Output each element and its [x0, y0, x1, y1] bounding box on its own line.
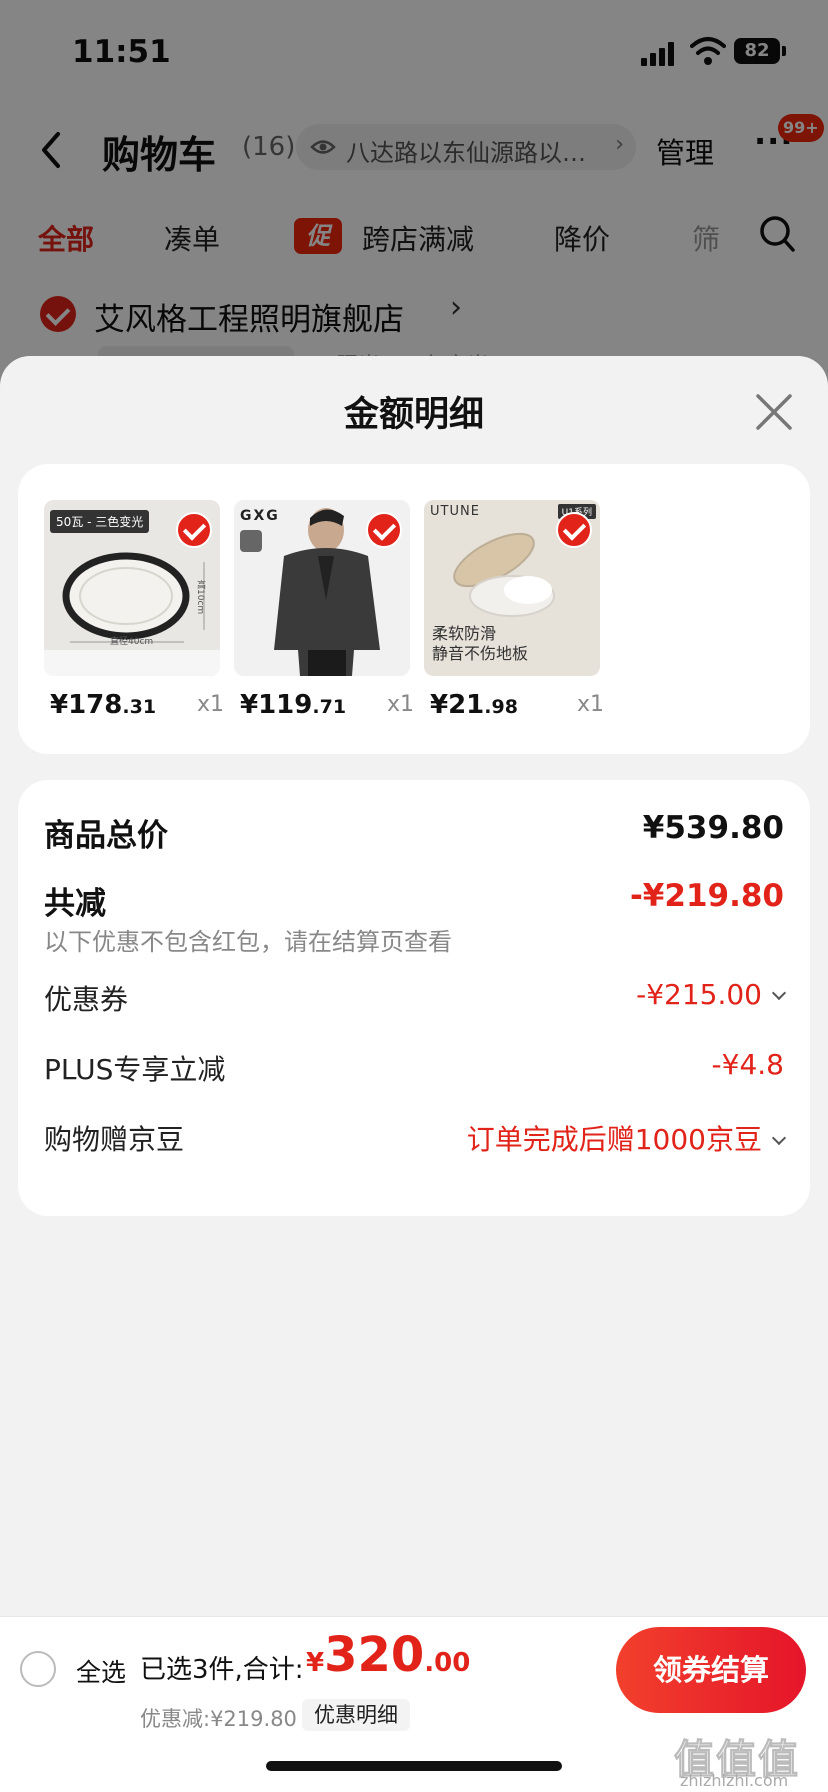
beans-row[interactable]: 订单完成后赠1000京豆 — [466, 1118, 787, 1158]
item-price-dec: .98 — [484, 696, 518, 718]
item-quantity: x1 — [196, 692, 224, 717]
item-image-text: 静音不伤地板 — [432, 644, 529, 663]
item-jacket[interactable]: GXG ¥119.71 x1 — [234, 500, 414, 720]
coupon-value: -¥215.00 — [636, 978, 762, 1011]
chevron-down-icon — [771, 985, 787, 1001]
item-slippers[interactable]: UTUNE U1系列 柔软防滑 静音不伤地板 ¥21.98 x1 — [424, 500, 604, 720]
close-icon[interactable] — [754, 392, 794, 432]
item-price-dec: .31 — [122, 696, 157, 718]
total-label: 商品总价 — [44, 818, 168, 854]
plus-label: PLUS专享立减 — [44, 1053, 226, 1086]
coupon-row[interactable]: -¥215.00 — [636, 978, 787, 1011]
checkout-bar: 全选 已选3件,合计: ¥320.00 优惠减:¥219.80 优惠明细 领券结… — [0, 1616, 828, 1792]
item-checkbox[interactable] — [366, 512, 402, 548]
item-brand: GXG — [240, 508, 280, 524]
item-quantity: x1 — [576, 692, 604, 717]
reduce-value: -¥219.80 — [629, 878, 784, 914]
item-price-int: ¥21 — [430, 690, 485, 720]
item-price-int: ¥178 — [50, 690, 123, 720]
beans-value: 订单完成后赠1000京豆 — [466, 1123, 762, 1156]
item-price: ¥21.98 — [430, 690, 518, 720]
coupon-label: 优惠券 — [44, 983, 129, 1016]
item-checkbox[interactable] — [176, 512, 212, 548]
total-price: ¥320.00 — [306, 1627, 470, 1683]
checkout-button[interactable]: 领券结算 — [616, 1627, 806, 1713]
chevron-down-icon — [771, 1130, 787, 1146]
sheet-title: 金额明细 — [343, 395, 484, 435]
item-price: ¥119.71 — [240, 690, 346, 720]
item-price-dec: .71 — [312, 696, 347, 718]
plus-value: -¥4.8 — [711, 1048, 784, 1081]
select-all-radio[interactable] — [20, 1651, 56, 1687]
amount-detail-sheet: 金额明细 50瓦 - 三色变光 直径40cm 高10cm ¥178.31 x1 … — [0, 356, 828, 1792]
total-value: ¥539.80 — [642, 810, 784, 846]
item-price-int: ¥119 — [240, 690, 313, 720]
selected-items-card: 50瓦 - 三色变光 直径40cm 高10cm ¥178.31 x1 GXG ¥… — [18, 464, 810, 754]
total-currency: ¥ — [306, 1648, 325, 1678]
selected-summary: 已选3件,合计: — [140, 1655, 304, 1685]
reduce-note: 以下优惠不包含红包，请在结算页查看 — [44, 928, 452, 956]
item-price: ¥178.31 — [50, 690, 156, 720]
beans-label: 购物赠京豆 — [44, 1123, 185, 1156]
total-dec: .00 — [424, 1648, 471, 1678]
select-all-label[interactable]: 全选 — [76, 1653, 126, 1689]
item-image-caption: 直径40cm — [110, 637, 154, 647]
price-summary-card: 商品总价 ¥539.80 共减 -¥219.80 以下优惠不包含红包，请在结算页… — [18, 780, 810, 1216]
discount-text: 优惠减:¥219.80 — [140, 1707, 297, 1731]
total-int: 320 — [324, 1627, 425, 1683]
item-lamp[interactable]: 50瓦 - 三色变光 直径40cm 高10cm ¥178.31 x1 — [44, 500, 224, 720]
watermark-site: zhizhizhi.com — [680, 1771, 789, 1790]
brand-badge-icon — [240, 530, 262, 552]
watermark-logo: 值值值 zhizhizhi.com — [674, 1727, 824, 1791]
item-brand: UTUNE — [430, 504, 480, 519]
home-indicator[interactable] — [266, 1761, 562, 1771]
item-quantity: x1 — [386, 692, 414, 717]
discount-detail-button[interactable]: 优惠明细 — [302, 1699, 410, 1731]
item-image-tag: 50瓦 - 三色变光 — [50, 510, 150, 533]
reduce-label: 共减 — [44, 886, 106, 922]
item-image-side-caption: 高10cm — [195, 580, 205, 615]
item-checkbox[interactable] — [556, 512, 592, 548]
